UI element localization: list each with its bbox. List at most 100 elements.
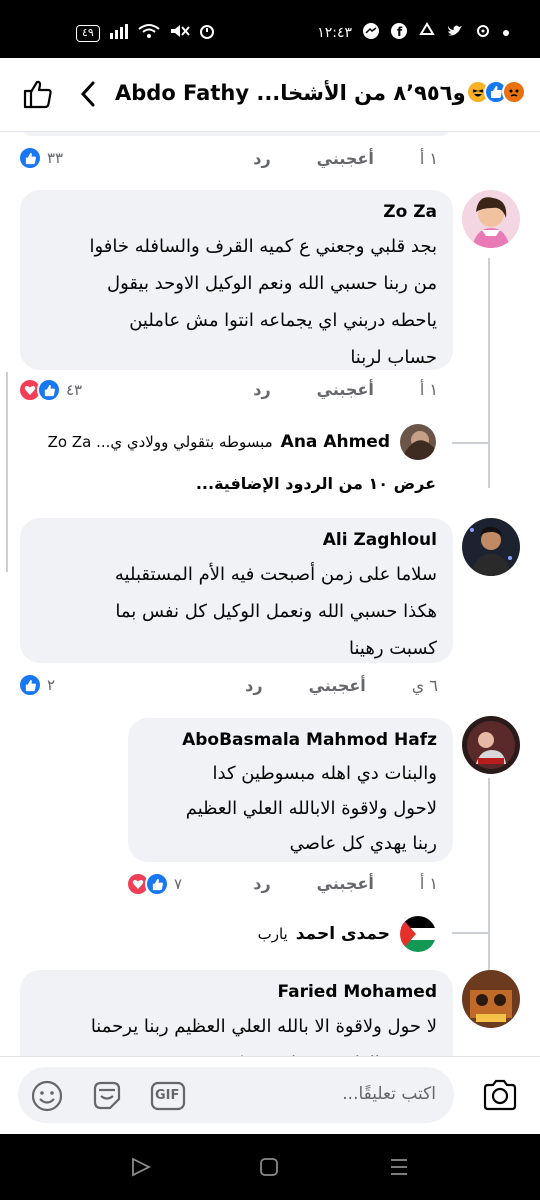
reply-preview[interactable]: حمدى احمد يارب: [258, 916, 436, 952]
header-reactions[interactable]: [466, 80, 526, 104]
reply-button[interactable]: رد: [253, 149, 270, 168]
like-reaction-icon: [18, 146, 42, 170]
view-more-replies-link[interactable]: عرض ١٠ من الردود الإضافية...: [196, 474, 436, 493]
like-button[interactable]: أعجبني: [317, 380, 374, 399]
comments-list[interactable]: ١ أ أعجبني رد ٣٣ Zo Za بجد قلبي وجعني ع …: [0, 132, 540, 1056]
triangle-back-icon: [132, 1157, 152, 1177]
reply-text: مبسوطه بتقولي وولادي ي... Zo Za: [47, 433, 273, 451]
comment-author[interactable]: AboBasmala Mahmod Hafz: [144, 730, 437, 750]
recents-nav-button[interactable]: [388, 1156, 410, 1178]
twitter-icon: [446, 22, 464, 44]
gif-button[interactable]: GIF: [150, 1079, 186, 1113]
comment-bubble[interactable]: Ali Zaghloul سلاما على زمن أصبحت فيه الأ…: [20, 518, 453, 663]
comment-text: لا حول ولاقوة الا بالله العلي العظيم ربن…: [36, 1008, 437, 1056]
comment-actions: ١ أ أعجبني رد: [253, 149, 438, 168]
reply-button[interactable]: رد: [245, 676, 262, 695]
camera-button[interactable]: [482, 1079, 518, 1111]
comment-line: هكذا حسبي الله ونعمل الوكيل كل نفس بما: [115, 601, 437, 622]
comment-author[interactable]: Ali Zaghloul: [36, 530, 437, 550]
reply-button[interactable]: رد: [253, 874, 270, 893]
reply-preview[interactable]: Ana Ahmed مبسوطه بتقولي وولادي ي... Zo Z…: [48, 424, 436, 460]
status-right: ١٢:٤٣ f: [317, 22, 510, 44]
settings-icon: [474, 22, 492, 44]
comment-line: ربنا يهدي كل عاصي: [289, 833, 437, 854]
reactions-count[interactable]: ٣٣: [18, 146, 63, 170]
comment-line: كسبت رهينا: [349, 638, 437, 659]
comment-composer: اكتب تعليقًا... GIF: [0, 1056, 540, 1134]
like-reaction-icon: [145, 872, 169, 896]
comment-bubble[interactable]: AboBasmala Mahmod Hafz والبنات دي اهله م…: [128, 718, 453, 862]
battery-indicator: ٤٩: [76, 24, 100, 42]
comment-input[interactable]: اكتب تعليقًا... GIF: [18, 1067, 454, 1123]
comment-actions: ١ أ أعجبني رد: [253, 874, 438, 893]
avatar[interactable]: [462, 518, 520, 576]
like-post-button[interactable]: [22, 78, 54, 110]
thread-line: [452, 442, 488, 444]
menu-lines-icon: [391, 1159, 407, 1175]
reply-button[interactable]: رد: [253, 380, 270, 399]
emoji-icon: [31, 1080, 63, 1112]
home-square-icon: [260, 1158, 278, 1176]
emoji-button[interactable]: [30, 1079, 64, 1113]
comment-bubble[interactable]: Zo Za بجد قلبي وجعني ع كميه القرف والساف…: [20, 190, 453, 370]
home-nav-button[interactable]: [258, 1156, 280, 1178]
reactions-title[interactable]: و٨٬٩٥٦ من الأشخا... Abdo Fathy: [115, 81, 466, 105]
comment-line: لا حول ولاقوة الا بالله العلي العظيم ربن…: [90, 1016, 437, 1037]
messenger-icon: [362, 22, 380, 44]
like-button[interactable]: أعجبني: [317, 874, 374, 893]
reactions-count-value: ٢: [47, 676, 56, 694]
reply-text: يارب: [257, 925, 288, 943]
comment-line: برحمته الواسعة ربنا يحرسكم: [36, 1045, 437, 1056]
gif-label: GIF: [155, 1088, 180, 1103]
comment-text: بجد قلبي وجعني ع كميه القرف والسافله خاف…: [36, 228, 438, 376]
avatar[interactable]: [462, 970, 520, 1028]
thread-line: [488, 482, 490, 488]
reactions-count[interactable]: ٤٣: [18, 378, 82, 402]
comment-time: ١ أ: [419, 380, 438, 399]
comment-author[interactable]: Faried Mohamed: [36, 982, 438, 1002]
reply-author[interactable]: Ana Ahmed: [281, 432, 390, 452]
like-button[interactable]: أعجبني: [317, 149, 374, 168]
status-left: ٤٩: [76, 22, 216, 44]
svg-text:f: f: [397, 25, 403, 39]
status-bar: ٤٩ ١٢:٤٣ f: [0, 0, 540, 58]
comments-header: و٨٬٩٥٦ من الأشخا... Abdo Fathy: [0, 58, 540, 132]
thumbs-up-icon: [23, 80, 52, 109]
alarm-icon: [198, 22, 216, 44]
header-title-name: Abdo Fathy: [115, 81, 250, 105]
comment-line: لاحول ولاقوة الابالله العلي العظيم: [185, 798, 437, 819]
palestine-flag-icon: [400, 916, 436, 952]
comment-line: سلاما على زمن أصبحت فيه الأم المستقبليه: [114, 564, 437, 585]
avatar: [400, 916, 436, 952]
camera-icon: [483, 1079, 517, 1111]
comment-placeholder: اكتب تعليقًا...: [342, 1084, 436, 1104]
like-reaction-icon: [18, 673, 42, 697]
comment-text: سلاما على زمن أصبحت فيه الأم المستقبليه …: [36, 556, 437, 667]
comment-time: ٦ ي: [411, 676, 438, 695]
angry-reaction-icon: [502, 80, 526, 104]
comment-actions: ١ أ أعجبني رد: [253, 380, 438, 399]
reactions-count[interactable]: ٧: [126, 872, 182, 896]
sticker-button[interactable]: [90, 1079, 124, 1113]
mute-icon: [168, 23, 190, 43]
comment-time: ١ أ: [419, 874, 438, 893]
recycle-icon: [418, 22, 436, 44]
reactions-count[interactable]: ٢: [18, 673, 55, 697]
reply-author[interactable]: حمدى احمد: [296, 924, 390, 944]
system-nav-bar: [0, 1134, 540, 1200]
comment-bubble-partial: [20, 132, 452, 136]
like-button[interactable]: أعجبني: [309, 676, 366, 695]
reactions-count-value: ٤٣: [66, 381, 83, 399]
comment-author[interactable]: Zo Za: [36, 202, 437, 222]
back-nav-button[interactable]: [130, 1156, 152, 1178]
comment-line: والبنات دي اهله مبسوطين كدا: [212, 763, 437, 784]
back-button[interactable]: [80, 80, 96, 113]
avatar[interactable]: [462, 190, 520, 248]
comment-line: من ربنا حسبي الله ونعم الوكيل الاوحد بيق…: [107, 273, 437, 294]
facebook-icon: f: [390, 22, 408, 44]
thread-line: [488, 778, 490, 978]
sticker-icon: [93, 1081, 121, 1110]
comment-line: ياحطه دربني اي يجماعه انتوا مش عاملين: [129, 310, 437, 331]
avatar[interactable]: [462, 716, 520, 774]
comment-bubble[interactable]: Faried Mohamed لا حول ولاقوة الا بالله ا…: [20, 970, 453, 1056]
